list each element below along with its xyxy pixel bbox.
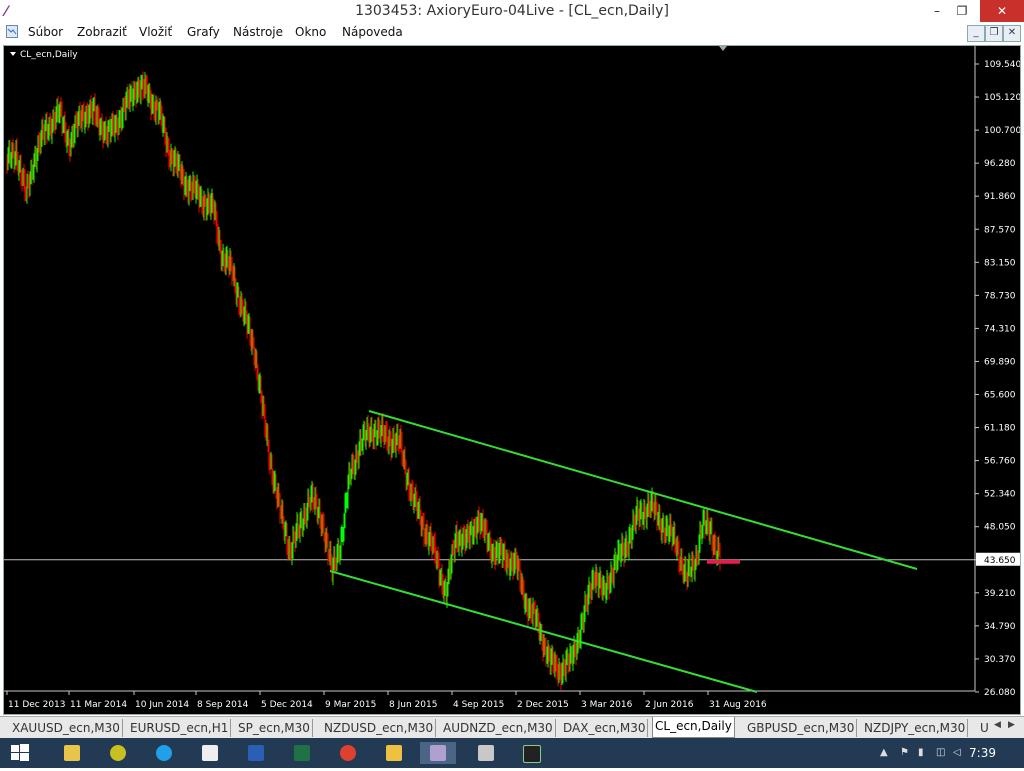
tab-more[interactable]: U — [978, 719, 991, 737]
y-tick-label: 109.540 — [984, 60, 1020, 70]
y-tick-label: 69.890 — [984, 357, 1016, 367]
word-icon — [248, 745, 264, 761]
taskbar-chart-app[interactable] — [514, 742, 550, 764]
taskbar-axiory[interactable] — [420, 742, 456, 764]
chart-area[interactable]: CL_ecn,Daily 109.540 105.120 100.700 96.280… — [4, 46, 1020, 714]
restore-button[interactable]: ❐ — [946, 0, 978, 22]
taskbar-crossed-app[interactable] — [192, 742, 228, 764]
taskbar-excel[interactable] — [284, 742, 320, 764]
tab-gbpusd[interactable]: GBPUSD_ecn,M30 — [745, 719, 858, 737]
taskbar-skype[interactable] — [146, 742, 182, 764]
globe-icon — [110, 745, 126, 761]
menu-window[interactable]: Okno — [295, 25, 326, 39]
y-tick-label: 39.210 — [984, 589, 1016, 599]
chart-tabs: XAUUSD_ecn,M30 EURUSD_ecn,H1 SP_ecn,M30 … — [0, 716, 1024, 739]
y-tick-label: 56.760 — [984, 457, 1016, 467]
excel-icon — [294, 745, 310, 761]
menu-insert[interactable]: Vložiť — [139, 25, 172, 39]
taskbar-metatrader[interactable] — [100, 742, 136, 764]
y-tick-label: 34.790 — [984, 622, 1016, 632]
x-tick-label: 8 Sep 2014 — [197, 700, 249, 710]
folder-icon — [64, 745, 80, 761]
cross-icon — [202, 745, 218, 761]
mdi-close-button[interactable]: ✕ — [1003, 25, 1021, 42]
y-tick-label: 87.570 — [984, 225, 1016, 235]
tab-scroll-right-icon[interactable]: ▶ — [1008, 720, 1015, 730]
tab-xauusd[interactable]: XAUUSD_ecn,M30 — [10, 719, 123, 737]
chart-shift-marker — [719, 46, 727, 51]
x-tick-label: 5 Dec 2014 — [261, 700, 313, 710]
mdi-restore-button[interactable]: ❐ — [985, 25, 1003, 42]
tab-nzdjpy[interactable]: NZDJPY_ecn,M30 — [862, 719, 969, 737]
lower-trendline — [329, 570, 758, 693]
x-tick-label: 11 Mar 2014 — [70, 700, 127, 710]
taskbar-folder[interactable] — [54, 742, 90, 764]
tab-scroll-left-icon[interactable]: ◀ — [994, 720, 1001, 730]
file-explorer-icon — [386, 745, 402, 761]
x-tick-label: 11 Dec 2013 — [8, 700, 66, 710]
x-tick-label: 8 Jun 2015 — [389, 700, 437, 710]
y-tick-label: 30.370 — [984, 655, 1016, 665]
chart-app-icon — [523, 745, 541, 763]
taskbar-clock[interactable]: 7:39 — [969, 746, 996, 760]
y-tick-label: 48.050 — [984, 523, 1016, 533]
current-price-label: 43.650 — [984, 556, 1016, 566]
price-chart-svg[interactable]: 109.540 105.120 100.700 96.280 91.860 87.570 8… — [4, 46, 1020, 714]
x-tick-label: 10 Jun 2014 — [135, 700, 189, 710]
tray-network-icon[interactable]: ◫ — [936, 747, 945, 758]
taskbar-calculator[interactable] — [468, 742, 504, 764]
x-tick-label: 4 Sep 2015 — [453, 700, 504, 710]
axiory-icon — [430, 745, 446, 761]
document-icon[interactable] — [6, 25, 18, 38]
menu-bar: Súbor Zobraziť Vložiť Grafy Nástroje Okn… — [0, 22, 1024, 43]
y-tick-label: 74.310 — [984, 324, 1016, 334]
y-tick-label: 52.340 — [984, 490, 1016, 500]
y-tick-label: 26.080 — [984, 688, 1016, 698]
y-tick-label: 96.280 — [984, 159, 1016, 169]
windows-logo-icon — [11, 744, 29, 761]
window-title: 1303453: AxioryEuro-04Live - [CL_ecn,Dai… — [355, 3, 669, 19]
y-tick-label: 105.120 — [984, 93, 1020, 103]
tab-dax[interactable]: DAX_ecn,M30 — [561, 719, 649, 737]
menu-tools[interactable]: Nástroje — [233, 25, 283, 39]
y-tick-label: 78.730 — [984, 291, 1016, 301]
tab-nzdusd[interactable]: NZDUSD_ecn,M30 — [322, 719, 437, 737]
y-tick-label: 100.700 — [984, 126, 1020, 136]
menu-charts[interactable]: Grafy — [187, 25, 220, 39]
x-tick-label: 2 Dec 2015 — [517, 700, 569, 710]
x-tick-label: 31 Aug 2016 — [709, 700, 767, 710]
start-button[interactable] — [2, 742, 38, 764]
taskbar-chrome[interactable] — [330, 742, 366, 764]
x-tick-label: 2 Jun 2016 — [645, 700, 694, 710]
y-tick-label: 61.180 — [984, 424, 1016, 434]
y-tick-label: 83.150 — [984, 258, 1016, 268]
upper-trendline — [368, 410, 918, 570]
title-bar: ⁄ 1303453: AxioryEuro-04Live - [CL_ecn,D… — [0, 0, 1024, 22]
tray-chevron-icon[interactable]: ▲ — [880, 747, 888, 758]
mdi-minimize-button[interactable]: _ — [967, 25, 985, 42]
tab-cl-daily[interactable]: CL_ecn,Daily — [652, 717, 735, 738]
x-tick-label: 9 Mar 2015 — [325, 700, 376, 710]
close-button[interactable]: ✕ — [980, 0, 1024, 22]
y-tick-label: 91.860 — [984, 192, 1016, 202]
menu-help[interactable]: Nápoveda — [342, 25, 403, 39]
tab-audnzd[interactable]: AUDNZD_ecn,M30 — [441, 719, 556, 737]
taskbar-word[interactable] — [238, 742, 274, 764]
menu-file[interactable]: Súbor — [28, 25, 63, 39]
y-tick-label: 65.600 — [984, 391, 1016, 401]
calculator-icon — [478, 745, 494, 761]
tray-battery-icon[interactable]: ▮ — [918, 747, 924, 758]
skype-icon — [156, 745, 172, 761]
tab-eurusd[interactable]: EURUSD_ecn,H1 — [128, 719, 232, 737]
taskbar-explorer[interactable] — [376, 742, 412, 764]
taskbar: ▲ ⚑ ▮ ◫ ◁ 7:39 — [0, 738, 1024, 768]
chrome-icon — [340, 745, 356, 761]
tray-volume-icon[interactable]: ◁ — [953, 747, 961, 758]
x-tick-label: 3 Mar 2016 — [581, 700, 633, 710]
tab-sp[interactable]: SP_ecn,M30 — [236, 719, 313, 737]
tray-flag-icon[interactable]: ⚑ — [900, 747, 909, 758]
menu-view[interactable]: Zobraziť — [77, 25, 127, 39]
